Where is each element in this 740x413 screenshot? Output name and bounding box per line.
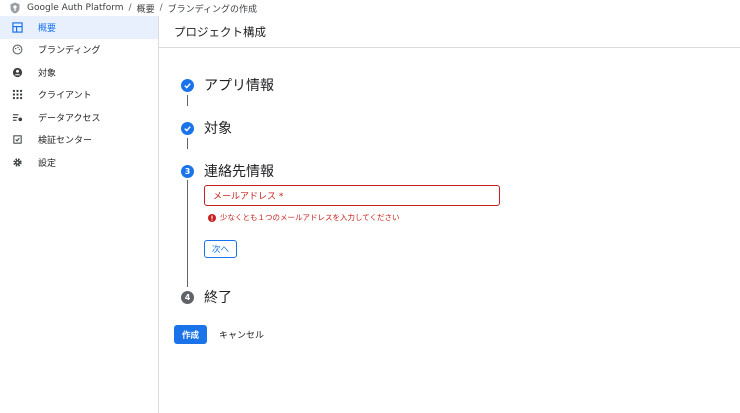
gear-icon [11,156,23,168]
breadcrumb-item-overview[interactable]: 概要 [137,2,155,15]
sidebar-item-label: ブランディング [38,46,101,57]
sidebar-item-branding[interactable]: ブランディング [0,39,158,62]
sidebar-item-label: 概要 [38,23,57,34]
top-bar: Google Auth Platform / 概要 / ブランディングの作成 [0,0,740,16]
data-access-icon [11,111,23,123]
breadcrumb-item-current: ブランディングの作成 [167,4,257,15]
sidebar-item-data-access[interactable]: データアクセス [0,106,158,129]
sidebar-item-label: クライアント [38,91,92,102]
step-connector [187,95,188,106]
step-contact-info[interactable]: 3 連絡先情報 [181,161,274,181]
page-title: プロジェクト構成 [159,16,740,48]
sidebar-item-label: 設定 [38,158,57,169]
step-app-info[interactable]: アプリ情報 [181,75,274,95]
sidebar-item-label: データアクセス [38,113,101,124]
main-content: プロジェクト構成 アプリ情報 対象 3 連絡先情報 メールアドレス * 少なくと… [159,16,740,413]
step-finish[interactable]: 4 終了 [181,287,232,307]
step-number-badge: 3 [181,164,194,178]
grid-icon [11,89,23,101]
email-field[interactable]: メールアドレス * [204,185,500,206]
sidebar-item-settings[interactable]: 設定 [0,151,158,174]
shield-logo-icon [10,2,20,14]
step-title: 対象 [204,121,232,137]
check-circle-icon [181,121,194,135]
dashboard-icon [11,21,23,33]
breadcrumb-item-platform[interactable]: Google Auth Platform [27,3,124,13]
create-button[interactable]: 作成 [174,325,208,344]
step-title: アプリ情報 [204,78,274,94]
error-icon [208,213,216,222]
cancel-button[interactable]: キャンセル [219,325,264,344]
breadcrumb-separator: / [159,3,163,13]
email-error-message: 少なくとも１つのメールアドレスを入力してください [208,212,400,223]
error-text: 少なくとも１つのメールアドレスを入力してください [220,213,400,222]
email-field-label: メールアドレス * [213,192,284,202]
step-connector [187,180,188,287]
palette-icon [11,44,23,56]
step-title: 連絡先情報 [204,164,274,180]
next-button[interactable]: 次へ [204,240,238,258]
sidebar-item-audience[interactable]: 対象 [0,61,158,84]
check-circle-icon [181,78,194,92]
step-audience[interactable]: 対象 [181,118,232,138]
sidebar-item-overview[interactable]: 概要 [0,16,158,39]
breadcrumb-separator: / [128,3,132,13]
sidebar: 概要 ブランディング 対象 クライアント データアクセス 検証センター 設定 [0,16,159,413]
step-connector [187,138,188,149]
verification-icon [11,134,23,146]
sidebar-item-clients[interactable]: クライアント [0,84,158,107]
step-number-badge: 4 [181,290,194,304]
account-icon [11,66,23,78]
sidebar-item-verification-center[interactable]: 検証センター [0,129,158,152]
sidebar-item-label: 検証センター [38,136,93,147]
step-title: 終了 [204,290,232,306]
sidebar-item-label: 対象 [38,68,57,79]
